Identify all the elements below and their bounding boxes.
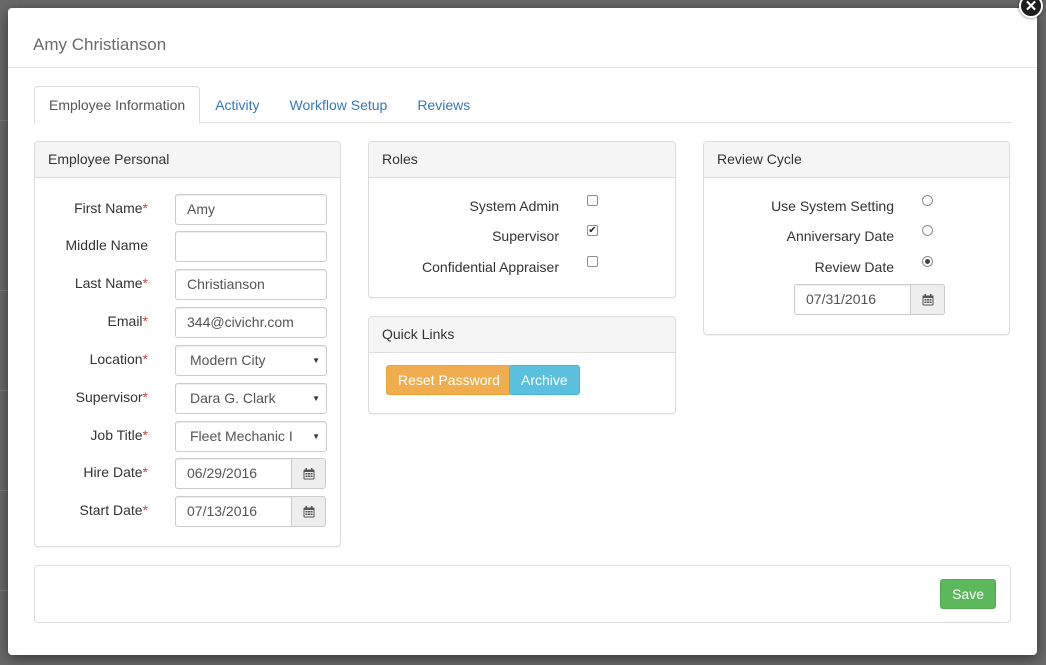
start-date-calendar-button[interactable] bbox=[291, 496, 326, 527]
tab-reviews[interactable]: Reviews bbox=[402, 86, 485, 123]
panel-heading: Roles bbox=[369, 142, 675, 178]
role-label-confidential-appraiser: Confidential Appraiser bbox=[422, 259, 559, 275]
review-option-row-system-setting: Use System Setting bbox=[704, 194, 1009, 226]
review-option-label-review-date: Review Date bbox=[814, 259, 894, 275]
email-row: Email* 344@civichr.com bbox=[35, 307, 340, 339]
review-option-row-anniversary: Anniversary Date bbox=[704, 224, 1009, 256]
modal-title: Amy Christianson bbox=[33, 35, 167, 54]
panel-heading: Quick Links bbox=[369, 317, 675, 353]
modal-header: Amy Christianson bbox=[8, 8, 1037, 68]
start-date-row: Start Date* 07/13/2016 bbox=[35, 496, 340, 528]
supervisor-label: Supervisor* bbox=[75, 389, 148, 405]
tab-workflow-setup[interactable]: Workflow Setup bbox=[275, 86, 403, 123]
review-option-label-anniversary: Anniversary Date bbox=[786, 228, 894, 244]
location-value: Modern City bbox=[190, 352, 266, 368]
hire-date-field: 06/29/2016 bbox=[175, 458, 326, 489]
review-option-label-system-setting: Use System Setting bbox=[771, 198, 894, 214]
review-option-radio-system-setting[interactable] bbox=[922, 195, 933, 206]
review-option-radio-review-date[interactable] bbox=[922, 256, 933, 267]
calendar-icon bbox=[922, 293, 933, 305]
hire-date-input[interactable]: 06/29/2016 bbox=[175, 458, 291, 489]
email-label: Email* bbox=[107, 313, 148, 329]
role-row-confidential-appraiser: Confidential Appraiser bbox=[369, 255, 675, 287]
role-row-system-admin: System Admin bbox=[369, 194, 675, 226]
calendar-icon bbox=[303, 505, 314, 517]
reset-password-button[interactable]: Reset Password bbox=[386, 365, 512, 395]
first-name-row: First Name* Amy bbox=[35, 194, 340, 226]
location-row: Location* Modern City ▼ bbox=[35, 345, 340, 377]
last-name-input[interactable]: Christianson bbox=[175, 269, 327, 300]
hire-date-label: Hire Date* bbox=[83, 464, 148, 480]
archive-button[interactable]: Archive bbox=[509, 365, 580, 395]
tab-employee-information[interactable]: Employee Information bbox=[34, 86, 201, 124]
last-name-row: Last Name* Christianson bbox=[35, 269, 340, 301]
middle-name-row: Middle Name bbox=[35, 231, 340, 263]
job-title-value: Fleet Mechanic I bbox=[190, 428, 293, 444]
roles-panel: Roles System Admin Supervisor ✔ Confiden… bbox=[368, 141, 676, 298]
panel-heading: Review Cycle bbox=[704, 142, 1009, 178]
job-title-row: Job Title* Fleet Mechanic I ▼ bbox=[35, 421, 340, 453]
hire-date-calendar-button[interactable] bbox=[291, 458, 326, 489]
role-label-system-admin: System Admin bbox=[469, 198, 559, 214]
save-button[interactable]: Save bbox=[940, 579, 996, 609]
caret-down-icon: ▼ bbox=[312, 356, 320, 365]
first-name-input[interactable]: Amy bbox=[175, 194, 327, 225]
role-checkbox-system-admin[interactable] bbox=[587, 195, 598, 206]
location-select[interactable]: Modern City ▼ bbox=[175, 345, 327, 376]
start-date-field: 07/13/2016 bbox=[175, 496, 326, 527]
quick-links-panel: Quick Links Reset Password Archive bbox=[368, 316, 676, 414]
last-name-label: Last Name* bbox=[74, 275, 148, 291]
job-title-select[interactable]: Fleet Mechanic I ▼ bbox=[175, 421, 327, 452]
first-name-label: First Name* bbox=[74, 200, 148, 216]
supervisor-select[interactable]: Dara G. Clark ▼ bbox=[175, 383, 327, 414]
review-date-calendar-button[interactable] bbox=[910, 284, 945, 315]
supervisor-value: Dara G. Clark bbox=[190, 390, 276, 406]
panel-heading: Employee Personal bbox=[35, 142, 340, 178]
email-input[interactable]: 344@civichr.com bbox=[175, 307, 327, 338]
footer-panel: Save bbox=[34, 565, 1011, 623]
supervisor-row: Supervisor* Dara G. Clark ▼ bbox=[35, 383, 340, 415]
review-cycle-panel: Review Cycle Use System Setting Annivers… bbox=[703, 141, 1010, 335]
start-date-label: Start Date* bbox=[79, 502, 148, 518]
hire-date-row: Hire Date* 06/29/2016 bbox=[35, 458, 340, 490]
review-option-radio-anniversary[interactable] bbox=[922, 225, 933, 236]
middle-name-input[interactable] bbox=[175, 231, 327, 262]
job-title-label: Job Title* bbox=[90, 427, 148, 443]
start-date-input[interactable]: 07/13/2016 bbox=[175, 496, 291, 527]
middle-name-label: Middle Name bbox=[65, 237, 148, 253]
review-date-input[interactable]: 07/31/2016 bbox=[794, 284, 910, 315]
tab-bar: Employee Information Activity Workflow S… bbox=[34, 86, 1011, 124]
role-checkbox-confidential-appraiser[interactable] bbox=[587, 256, 598, 267]
review-option-row-review-date: Review Date bbox=[704, 255, 1009, 287]
calendar-icon bbox=[303, 467, 314, 479]
role-label-supervisor: Supervisor bbox=[492, 228, 559, 244]
tab-activity[interactable]: Activity bbox=[200, 86, 274, 123]
review-date-field: 07/31/2016 bbox=[794, 284, 945, 315]
role-row-supervisor: Supervisor ✔ bbox=[369, 224, 675, 256]
role-checkbox-supervisor[interactable]: ✔ bbox=[587, 225, 598, 236]
employee-personal-panel: Employee Personal First Name* Amy Middle… bbox=[34, 141, 341, 547]
employee-modal: ✕ Amy Christianson Employee Information … bbox=[8, 0, 1043, 655]
location-label: Location* bbox=[89, 351, 148, 367]
caret-down-icon: ▼ bbox=[312, 432, 320, 441]
caret-down-icon: ▼ bbox=[312, 394, 320, 403]
